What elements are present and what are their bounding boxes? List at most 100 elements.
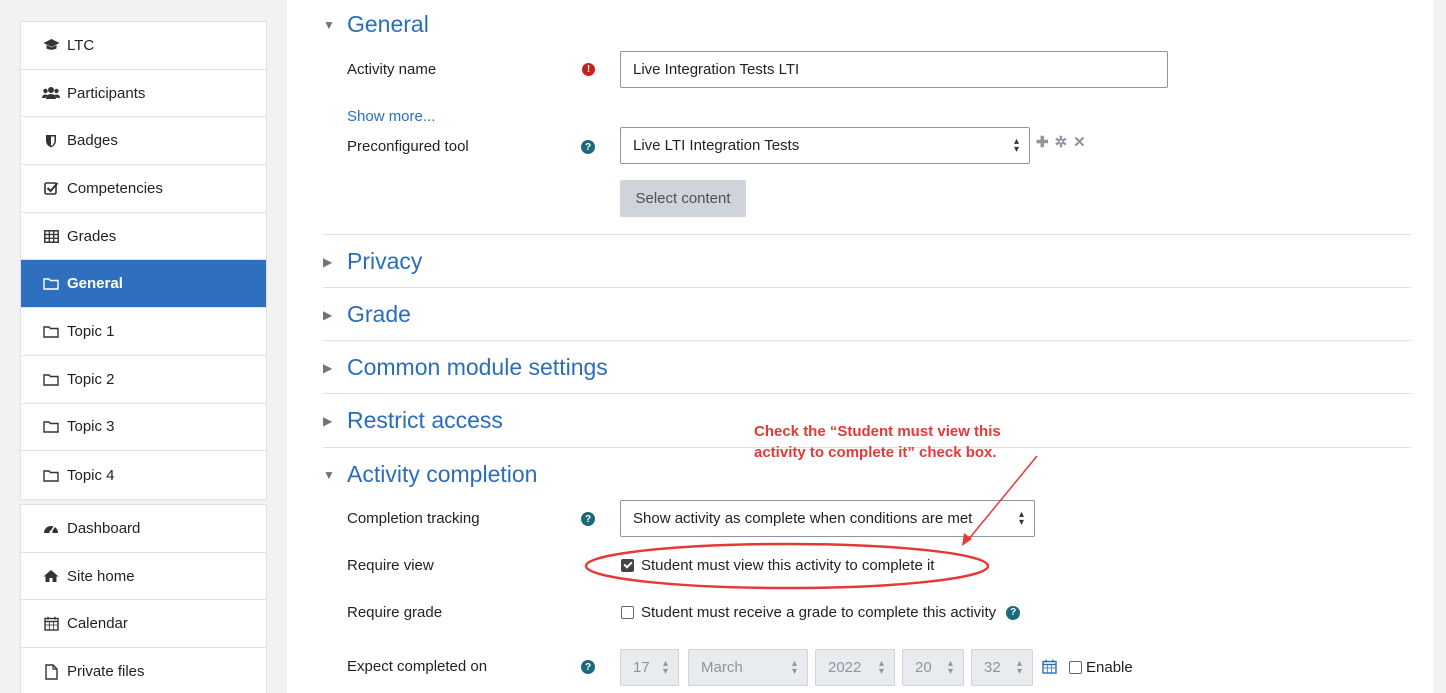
sidebar: LTC Participants Badges Competencies Gra… xyxy=(0,0,286,693)
help-icon[interactable]: ? xyxy=(581,512,595,526)
year-select[interactable]: 2022 ▴ ▾ xyxy=(815,649,895,686)
require-grade-label: Require grade xyxy=(347,604,443,621)
page-edge xyxy=(1433,0,1446,693)
annotation-line-1: Check the “Student must view this xyxy=(754,423,1001,440)
day-select[interactable]: 17 ▴ ▾ xyxy=(620,649,679,686)
chevron-right-icon: ▶ xyxy=(323,413,333,428)
nav-item-label: Grades xyxy=(67,227,117,245)
section-restrict-title: Restrict access xyxy=(347,407,503,433)
section-general-header[interactable]: ▼ General xyxy=(323,11,429,38)
nav-item-site-home[interactable]: Site home xyxy=(21,553,266,601)
hour-value: 20 xyxy=(915,659,932,676)
nav-item-dashboard[interactable]: Dashboard xyxy=(21,505,266,553)
add-icon[interactable]: ✚ xyxy=(1036,133,1049,151)
select-content-button[interactable]: Select content xyxy=(620,180,746,217)
folder-icon xyxy=(42,420,60,434)
hour-select[interactable]: 20 ▴ ▾ xyxy=(902,649,964,686)
nav-item-topic-1[interactable]: Topic 1 xyxy=(21,308,266,356)
course-nav: LTC Participants Badges Competencies Gra… xyxy=(20,21,267,500)
chevron-right-icon: ▶ xyxy=(323,360,333,375)
nav-item-calendar[interactable]: Calendar xyxy=(21,600,266,649)
nav-item-label: Site home xyxy=(67,567,135,585)
day-value: 17 xyxy=(633,659,650,676)
require-grade-text: Student must receive a grade to complete… xyxy=(641,604,997,621)
help-icon[interactable]: ? xyxy=(581,140,595,154)
checkbox-checked[interactable] xyxy=(621,559,634,572)
nav-item-label: Participants xyxy=(67,84,146,102)
month-select[interactable]: March ▴ ▾ xyxy=(688,649,808,686)
minute-select[interactable]: 32 ▴ ▾ xyxy=(971,649,1033,686)
completion-tracking-select[interactable]: Show activity as complete when condition… xyxy=(620,500,1035,537)
required-error-icon: ! xyxy=(582,63,595,76)
checkbox-unchecked[interactable] xyxy=(1069,661,1082,674)
nav-item-ltc[interactable]: LTC xyxy=(21,22,266,70)
nav-item-participants[interactable]: Participants xyxy=(21,70,266,118)
nav-item-badges[interactable]: Badges xyxy=(21,117,266,166)
nav-item-topic-3[interactable]: Topic 3 xyxy=(21,404,266,452)
divider xyxy=(323,234,1411,235)
folder-icon xyxy=(42,325,60,338)
calendar-icon[interactable] xyxy=(1042,659,1057,679)
preconfigured-tool-label: Preconfigured tool xyxy=(347,138,469,155)
select-caret-icon: ▴ ▾ xyxy=(1016,658,1022,677)
completion-tracking-value: Show activity as complete when condition… xyxy=(633,510,973,527)
select-caret-icon: ▴ ▾ xyxy=(947,658,953,677)
show-more-link[interactable]: Show more... xyxy=(347,108,435,125)
help-icon[interactable]: ? xyxy=(581,660,595,674)
enable-checkbox[interactable]: Enable xyxy=(1069,659,1133,676)
nav-item-label: Topic 4 xyxy=(67,466,115,484)
graduation-cap-icon xyxy=(42,38,60,52)
activity-name-label: Activity name xyxy=(347,61,437,78)
calendar-icon xyxy=(42,616,60,631)
divider xyxy=(323,287,1411,288)
month-value: March xyxy=(701,659,743,676)
nav-item-grades[interactable]: Grades xyxy=(21,213,266,261)
close-icon[interactable]: ✕ xyxy=(1073,133,1086,151)
section-common-header[interactable]: ▶ Common module settings xyxy=(323,354,608,381)
year-value: 2022 xyxy=(828,659,862,676)
preconfigured-tool-select[interactable]: Live LTI Integration Tests ▴ ▾ xyxy=(620,127,1030,164)
section-grade-header[interactable]: ▶ Grade xyxy=(323,301,411,328)
require-view-checkbox[interactable]: Student must view this activity to compl… xyxy=(621,557,934,574)
nav-item-label: Topic 3 xyxy=(67,418,115,436)
gear-icon[interactable]: ✲ xyxy=(1055,133,1068,151)
select-caret-icon: ▴ ▾ xyxy=(662,658,668,677)
select-caret-icon: ▴ ▾ xyxy=(791,658,797,677)
folder-icon xyxy=(42,469,60,482)
nav-item-private-files[interactable]: Private files xyxy=(21,648,266,693)
nav-item-label: Topic 1 xyxy=(67,322,115,340)
section-restrict-header[interactable]: ▶ Restrict access xyxy=(323,407,503,434)
section-completion-header[interactable]: ▼ Activity completion xyxy=(323,461,537,488)
file-icon xyxy=(42,664,60,680)
checkbox-unchecked[interactable] xyxy=(621,606,634,619)
select-caret-icon: ▴ ▾ xyxy=(878,658,884,677)
require-view-label: Require view xyxy=(347,557,434,574)
select-caret-icon: ▴ ▾ xyxy=(1018,509,1024,528)
nav-item-label: Private files xyxy=(67,663,145,681)
nav-item-topic-2[interactable]: Topic 2 xyxy=(21,356,266,404)
chevron-down-icon: ▼ xyxy=(323,467,335,482)
nav-item-label: LTC xyxy=(67,36,95,54)
help-icon[interactable]: ? xyxy=(1006,605,1021,620)
require-grade-checkbox[interactable]: Student must receive a grade to complete… xyxy=(621,604,1021,621)
nav-item-label: Competencies xyxy=(67,179,163,197)
nav-item-label: Badges xyxy=(67,132,118,150)
nav-item-label: Dashboard xyxy=(67,519,141,537)
nav-item-topic-4[interactable]: Topic 4 xyxy=(21,451,266,499)
chevron-right-icon: ▶ xyxy=(323,307,333,322)
require-view-text: Student must view this activity to compl… xyxy=(641,557,935,574)
section-general-title: General xyxy=(347,11,429,37)
section-privacy-header[interactable]: ▶ Privacy xyxy=(323,248,422,275)
completion-tracking-label: Completion tracking xyxy=(347,510,480,527)
site-nav: Dashboard Site home Calendar Private fil… xyxy=(20,504,267,693)
divider xyxy=(323,340,1411,341)
table-icon xyxy=(42,229,60,243)
enable-text: Enable xyxy=(1086,659,1133,676)
section-common-title: Common module settings xyxy=(347,354,608,380)
nav-item-label: Calendar xyxy=(67,615,128,633)
chevron-down-icon: ▼ xyxy=(323,17,335,32)
activity-name-input[interactable]: Live Integration Tests LTI xyxy=(620,51,1168,88)
folder-icon xyxy=(42,277,60,290)
nav-item-general[interactable]: General xyxy=(21,260,266,309)
nav-item-competencies[interactable]: Competencies xyxy=(21,165,266,213)
